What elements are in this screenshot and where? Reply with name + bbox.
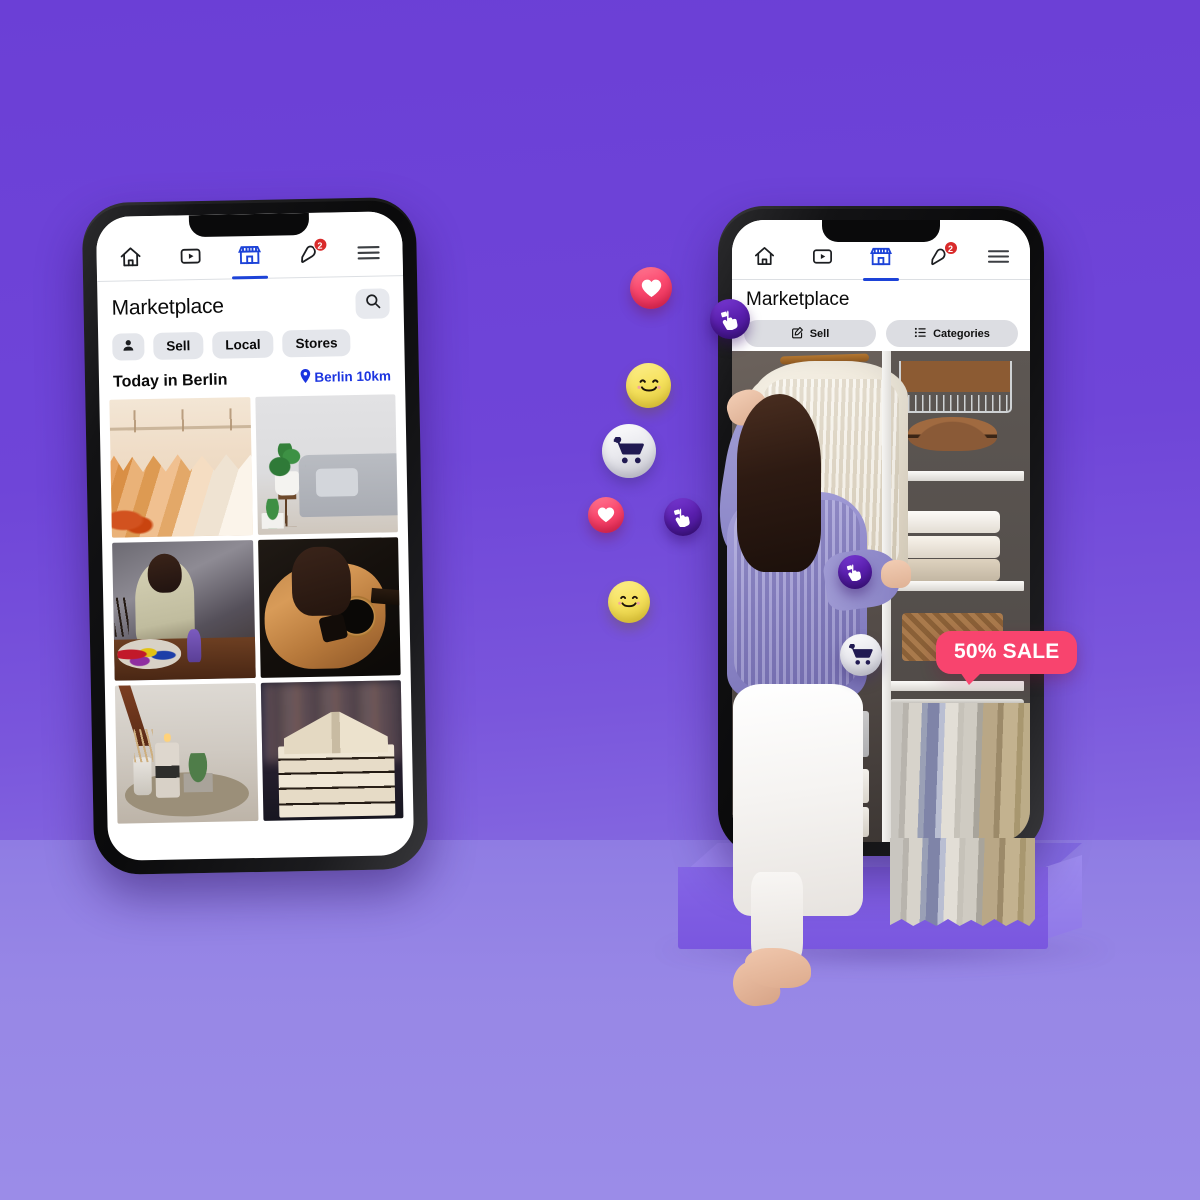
smiley-icon: [615, 590, 643, 614]
woman-hair: [737, 394, 821, 572]
paint-brushes: [114, 597, 130, 637]
home-icon: [118, 245, 143, 274]
listing-stacked-books[interactable]: [260, 680, 404, 821]
categories-button[interactable]: Categories: [886, 320, 1018, 347]
reed-sticks: [133, 729, 153, 763]
storefront-icon: [868, 245, 894, 273]
reaction-bubble-cart: [602, 424, 656, 478]
pedestal-side: [1046, 855, 1082, 939]
reed-diffuser: [133, 756, 153, 796]
wire-basket: [898, 361, 1013, 413]
sofa-cushion: [315, 468, 358, 497]
profile-icon: [121, 338, 135, 355]
heart-icon: [597, 507, 615, 523]
notification-badge: 2: [943, 241, 958, 255]
listing-acoustic-guitar[interactable]: [257, 537, 401, 678]
candle-flame: [163, 731, 171, 745]
location-link[interactable]: Berlin 10km: [300, 367, 391, 386]
listing-clothing-hangers[interactable]: [109, 397, 253, 538]
nav-video[interactable]: [170, 243, 211, 274]
storefront-icon: [236, 242, 263, 271]
location-label: Berlin 10km: [314, 368, 392, 385]
small-plant: [260, 498, 285, 530]
nav-marketplace[interactable]: [229, 242, 270, 273]
categories-button-label: Categories: [933, 327, 990, 340]
nav-menu-right[interactable]: [978, 244, 1018, 274]
shopping-cart-icon: [613, 437, 645, 465]
sale-badge-tail: [960, 672, 982, 685]
pointer-hand-icon: [720, 309, 741, 330]
reaction-bubble-cart-2: [840, 634, 882, 676]
search-button[interactable]: [355, 288, 390, 320]
sale-badge: 50% SALE: [936, 631, 1078, 685]
chip-profile[interactable]: [112, 333, 145, 361]
phone-left-screen[interactable]: 2 Marketplace Sell Local Stores Today in…: [95, 211, 415, 861]
phone-right-notch: [822, 220, 940, 242]
chip-sell[interactable]: Sell: [153, 331, 204, 360]
reaction-bubble-pointer-3: [838, 555, 872, 589]
nav-notifications[interactable]: 2: [289, 237, 330, 272]
reaction-bubble-pointer-2: [710, 299, 750, 339]
listing-grid: [99, 394, 413, 824]
pointer-hand-icon: [673, 507, 693, 527]
listing-candles-decor[interactable]: [114, 683, 258, 824]
location-pin-icon: [300, 368, 311, 386]
phone-left-notch: [188, 212, 310, 238]
list-icon: [914, 326, 927, 342]
reaction-bubble-pointer: [664, 498, 702, 536]
hamburger-menu-icon: [986, 246, 1011, 272]
chip-stores[interactable]: Stores: [282, 329, 351, 358]
search-icon: [364, 293, 381, 315]
reaction-bubble-smiley: [626, 363, 671, 408]
marketplace-header-right: Marketplace: [732, 280, 1030, 313]
nav-menu[interactable]: [348, 239, 389, 270]
nav-home[interactable]: [110, 244, 151, 275]
video-icon: [178, 243, 203, 272]
smiley-icon: [634, 373, 664, 399]
phone-left: 2 Marketplace Sell Local Stores Today in…: [81, 196, 429, 876]
chip-local[interactable]: Local: [212, 330, 274, 359]
purple-vase: [186, 629, 202, 663]
succulent-plant: [183, 752, 213, 793]
page-title: Marketplace: [111, 294, 224, 320]
reaction-bubble-smiley-2: [608, 581, 650, 623]
reaction-bubble-heart: [630, 267, 672, 309]
reaction-bubble-heart-small: [588, 497, 624, 533]
shopping-cart-icon: [848, 644, 874, 666]
nav-marketplace-right[interactable]: [861, 244, 901, 281]
marketplace-header: Marketplace: [97, 276, 404, 330]
woman-shopper: [711, 372, 915, 1022]
nav-notifications-right[interactable]: 2: [920, 241, 960, 274]
plant-leaves: [268, 442, 306, 477]
pointer-hand-icon: [846, 563, 864, 581]
heart-icon: [641, 279, 662, 298]
nav-home-right[interactable]: [744, 244, 784, 274]
guitar-hand: [291, 546, 352, 617]
home-icon: [753, 245, 776, 273]
hanger-hooks: [109, 408, 251, 433]
listing-gray-sofa[interactable]: [254, 394, 398, 535]
video-icon: [811, 245, 834, 273]
candle: [155, 742, 181, 799]
filter-chip-row: Sell Local Stores: [98, 324, 405, 369]
brown-hat: [907, 417, 998, 451]
hamburger-menu-icon: [355, 241, 382, 268]
sell-button-label: Sell: [809, 327, 830, 340]
nav-video-right[interactable]: [803, 244, 843, 274]
notification-badge: 2: [312, 237, 328, 252]
sale-badge-label: 50% SALE: [936, 631, 1078, 674]
book-stack: [278, 743, 395, 818]
section-title: Today in Berlin: [112, 371, 228, 391]
listing-woman-painting[interactable]: [112, 540, 256, 681]
page-title-right: Marketplace: [746, 289, 850, 310]
woman-right-hand: [881, 560, 911, 588]
painter-hair: [147, 553, 182, 594]
sell-button[interactable]: Sell: [744, 320, 876, 347]
compose-icon: [791, 326, 804, 342]
